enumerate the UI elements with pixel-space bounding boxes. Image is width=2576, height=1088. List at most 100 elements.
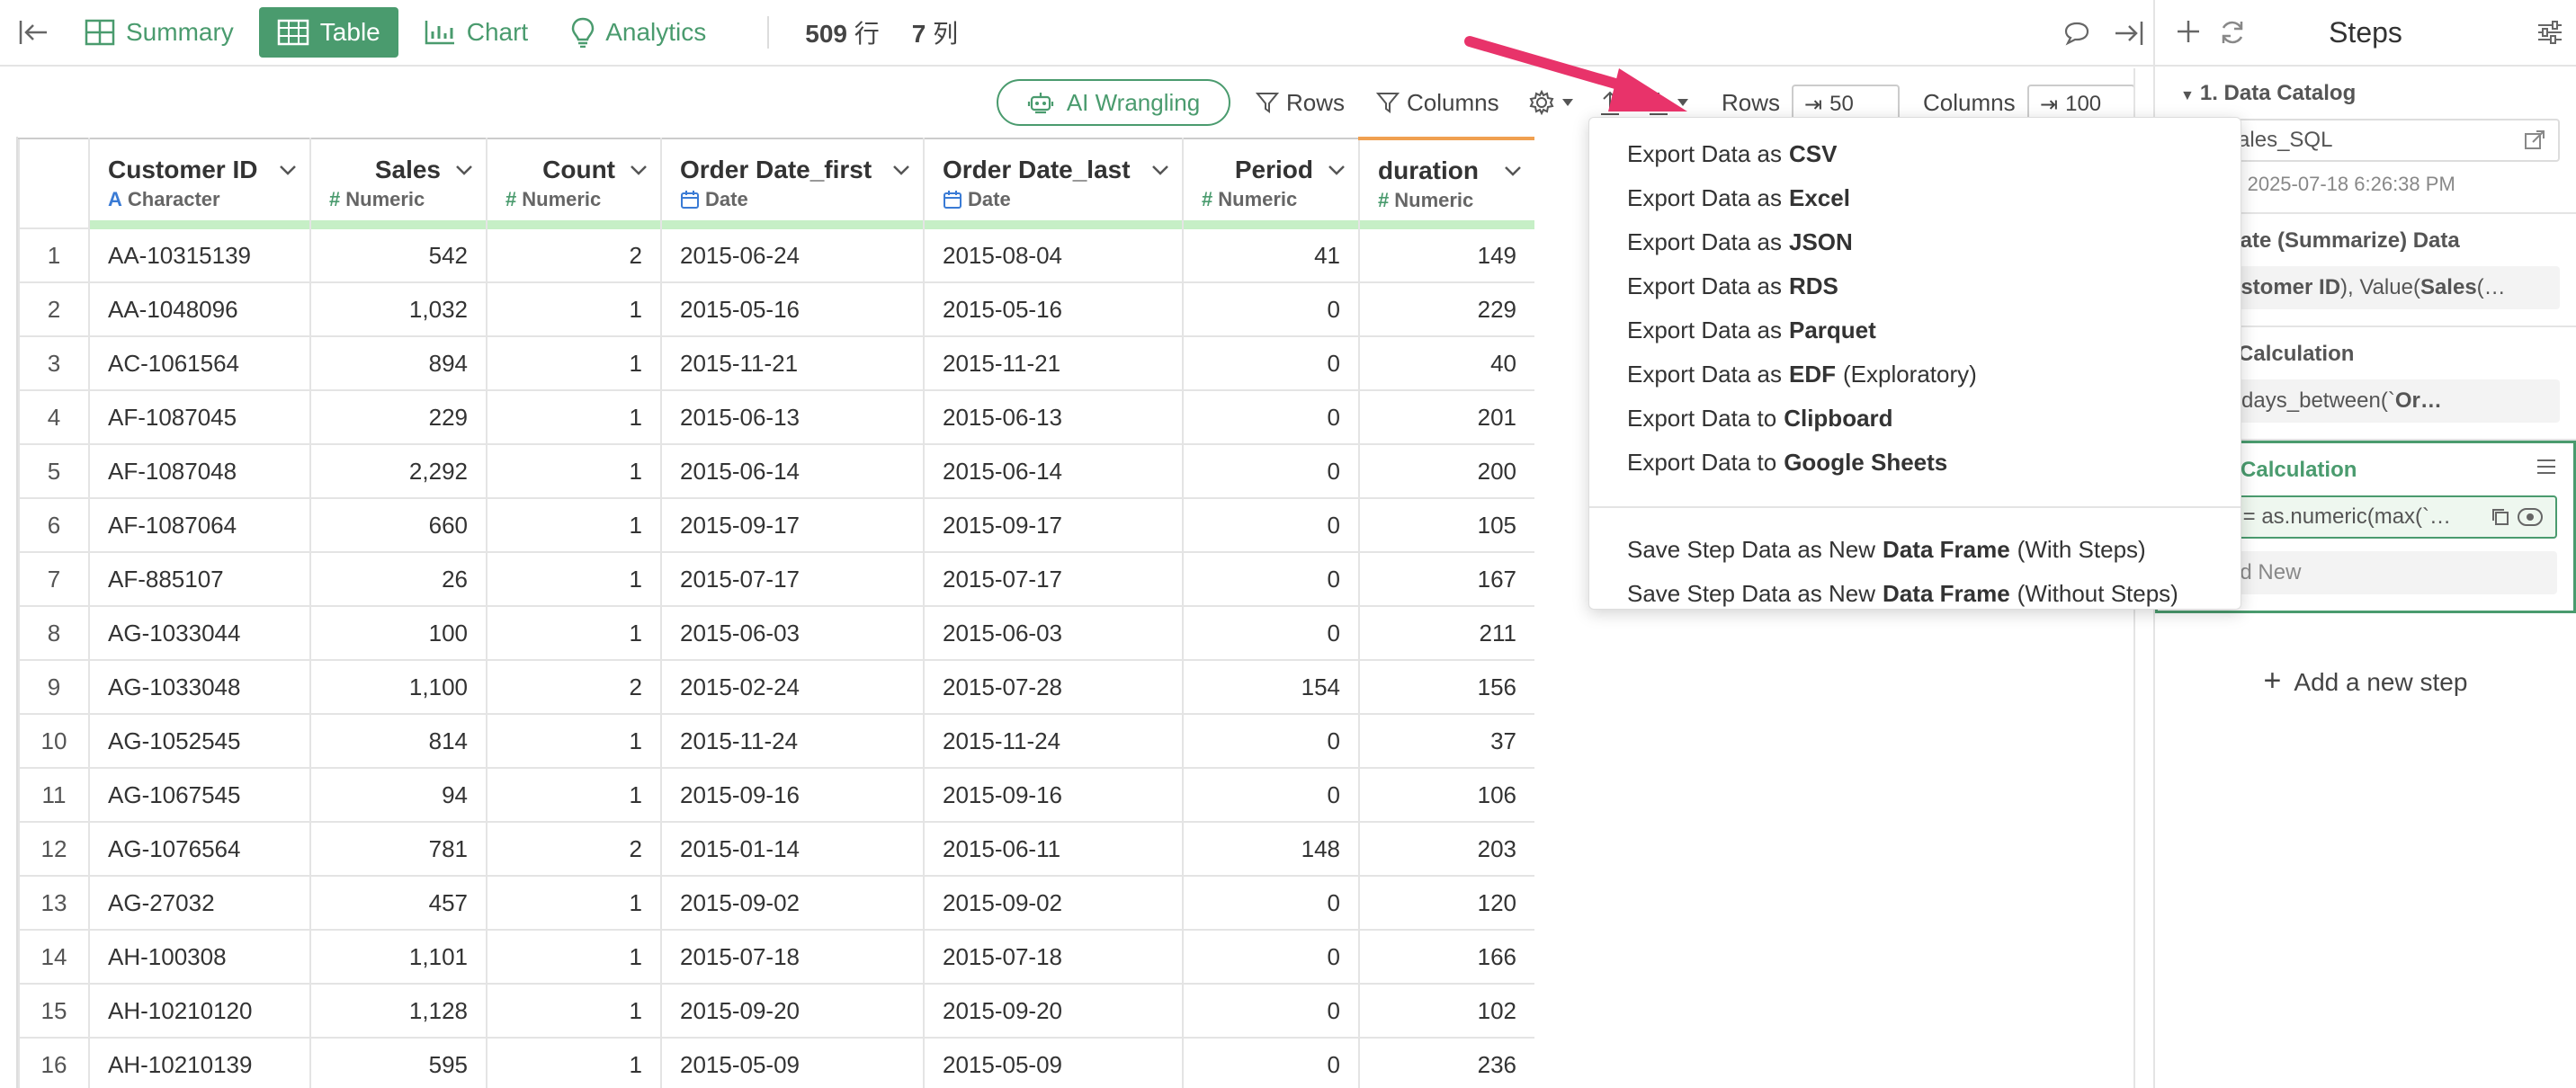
table-cell[interactable]: 0: [1182, 1037, 1360, 1088]
table-cell[interactable]: 236: [1358, 1037, 1534, 1088]
table-cell[interactable]: 166: [1358, 929, 1534, 985]
table-cell[interactable]: 595: [309, 1037, 487, 1088]
table-cell[interactable]: 1,032: [309, 281, 487, 337]
table-cell[interactable]: 2: [486, 821, 662, 877]
table-cell[interactable]: 167: [1358, 551, 1534, 607]
column-header-order-date-first[interactable]: Order Date_first Date: [660, 138, 925, 229]
table-cell[interactable]: 229: [1358, 281, 1534, 337]
table-cell[interactable]: 2015-06-13: [923, 389, 1184, 445]
menu-item-export-parquet[interactable]: Export Data as Parquet: [1589, 308, 2241, 352]
table-cell[interactable]: AG-1033048: [88, 659, 311, 715]
table-cell[interactable]: 2: [486, 227, 662, 283]
column-header-count[interactable]: Count # Numeric: [486, 138, 662, 229]
table-cell[interactable]: 1,128: [309, 983, 487, 1039]
table-cell[interactable]: 0: [1182, 389, 1360, 445]
tab-chart[interactable]: Chart: [406, 7, 546, 58]
table-cell[interactable]: AG-1076564: [88, 821, 311, 877]
table-cell[interactable]: 2015-07-28: [923, 659, 1184, 715]
table-cell[interactable]: AA-10315139: [88, 227, 311, 283]
table-cell[interactable]: AF-1087045: [88, 389, 311, 445]
table-cell[interactable]: 2015-01-14: [660, 821, 925, 877]
table-cell[interactable]: 2015-05-16: [923, 281, 1184, 337]
table-cell[interactable]: 0: [1182, 767, 1360, 823]
table-cell[interactable]: AC-1061564: [88, 335, 311, 391]
table-cell[interactable]: 106: [1358, 767, 1534, 823]
menu-item-save-data-frame-without-steps[interactable]: Save Step Data as New Data Frame (Without …: [1589, 572, 2241, 616]
table-cell[interactable]: 2015-07-18: [660, 929, 925, 985]
table-cell[interactable]: 457: [309, 875, 487, 931]
column-header-order-date-last[interactable]: Order Date_last Date: [923, 138, 1184, 229]
table-cell[interactable]: 40: [1358, 335, 1534, 391]
tab-table[interactable]: Table: [258, 7, 398, 58]
tab-analytics[interactable]: Analytics: [553, 7, 724, 58]
table-cell[interactable]: 2015-06-13: [660, 389, 925, 445]
table-cell[interactable]: AF-1087048: [88, 443, 311, 499]
table-cell[interactable]: 2015-09-17: [660, 497, 925, 553]
menu-item-export-google-sheets[interactable]: Export Data to Google Sheets: [1589, 441, 2241, 485]
table-cell[interactable]: 1: [486, 335, 662, 391]
tab-summary[interactable]: Summary: [67, 7, 252, 58]
table-cell[interactable]: 1: [486, 497, 662, 553]
table-cell[interactable]: 542: [309, 227, 487, 283]
table-cell[interactable]: 229: [309, 389, 487, 445]
table-cell[interactable]: 156: [1358, 659, 1534, 715]
table-cell[interactable]: AF-885107: [88, 551, 311, 607]
table-cell[interactable]: 0: [1182, 281, 1360, 337]
table-cell[interactable]: 1: [486, 551, 662, 607]
table-cell[interactable]: 0: [1182, 983, 1360, 1039]
table-cell[interactable]: 203: [1358, 821, 1534, 877]
table-cell[interactable]: 2: [486, 659, 662, 715]
table-cell[interactable]: 814: [309, 713, 487, 769]
table-cell[interactable]: 2015-06-03: [660, 605, 925, 661]
table-cell[interactable]: 2015-09-20: [923, 983, 1184, 1039]
table-cell[interactable]: 2015-09-17: [923, 497, 1184, 553]
table-cell[interactable]: 1: [486, 929, 662, 985]
table-cell[interactable]: 0: [1182, 335, 1360, 391]
table-cell[interactable]: 0: [1182, 443, 1360, 499]
table-cell[interactable]: 2015-09-02: [923, 875, 1184, 931]
table-cell[interactable]: 1: [486, 767, 662, 823]
table-cell[interactable]: 149: [1358, 227, 1534, 283]
table-cell[interactable]: 1: [486, 875, 662, 931]
table-cell[interactable]: 0: [1182, 929, 1360, 985]
table-cell[interactable]: AG-27032: [88, 875, 311, 931]
table-cell[interactable]: 2015-06-24: [660, 227, 925, 283]
table-cell[interactable]: 0: [1182, 875, 1360, 931]
table-cell[interactable]: AF-1087064: [88, 497, 311, 553]
column-header-duration[interactable]: duration # Numeric: [1358, 137, 1534, 229]
table-cell[interactable]: 1,101: [309, 929, 487, 985]
menu-item-export-excel[interactable]: Export Data as Excel: [1589, 176, 2241, 220]
table-cell[interactable]: 200: [1358, 443, 1534, 499]
table-cell[interactable]: 2015-06-14: [660, 443, 925, 499]
menu-item-save-data-frame-with-steps[interactable]: Save Step Data as New Data Frame (With Ste…: [1589, 528, 2241, 572]
table-cell[interactable]: 41: [1182, 227, 1360, 283]
table-cell[interactable]: 0: [1182, 605, 1360, 661]
table-cell[interactable]: 1: [486, 983, 662, 1039]
table-cell[interactable]: 2015-06-03: [923, 605, 1184, 661]
table-cell[interactable]: 2015-09-20: [660, 983, 925, 1039]
table-cell[interactable]: 2015-05-09: [660, 1037, 925, 1088]
menu-item-export-rds[interactable]: Export Data as RDS: [1589, 264, 2241, 308]
table-cell[interactable]: 0: [1182, 497, 1360, 553]
ai-wrangling-button[interactable]: AI Wrangling: [997, 79, 1230, 126]
menu-item-export-json[interactable]: Export Data as JSON: [1589, 220, 2241, 264]
table-cell[interactable]: 105: [1358, 497, 1534, 553]
table-cell[interactable]: AG-1033044: [88, 605, 311, 661]
table-cell[interactable]: 0: [1182, 551, 1360, 607]
table-cell[interactable]: AH-10210139: [88, 1037, 311, 1088]
rows-filter-button[interactable]: Rows: [1256, 79, 1345, 126]
table-cell[interactable]: 148: [1182, 821, 1360, 877]
table-cell[interactable]: 2015-11-21: [660, 335, 925, 391]
table-cell[interactable]: 154: [1182, 659, 1360, 715]
table-cell[interactable]: 37: [1358, 713, 1534, 769]
table-cell[interactable]: 120: [1358, 875, 1534, 931]
table-cell[interactable]: 2015-11-24: [923, 713, 1184, 769]
table-cell[interactable]: 2015-06-11: [923, 821, 1184, 877]
table-cell[interactable]: 2015-06-14: [923, 443, 1184, 499]
table-cell[interactable]: 2015-08-04: [923, 227, 1184, 283]
menu-item-export-clipboard[interactable]: Export Data to Clipboard: [1589, 397, 2241, 441]
table-cell[interactable]: AH-100308: [88, 929, 311, 985]
table-cell[interactable]: 2015-07-17: [660, 551, 925, 607]
table-cell[interactable]: 2015-05-16: [660, 281, 925, 337]
column-header-customer-id[interactable]: Customer ID A Character: [88, 138, 311, 229]
